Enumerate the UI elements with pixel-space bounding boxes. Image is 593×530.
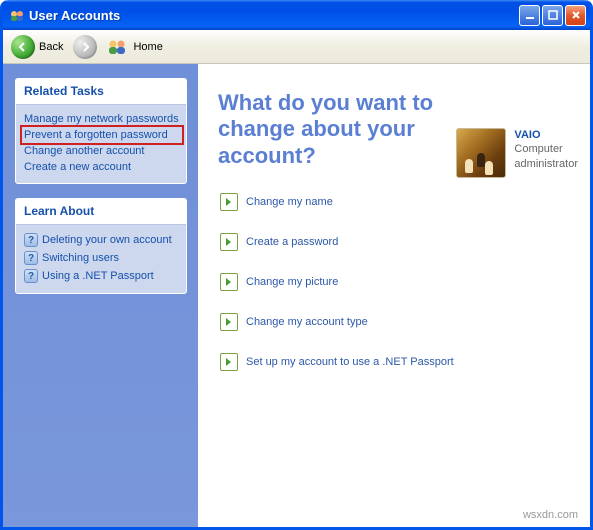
task-prevent-forgotten-password[interactable]: Prevent a forgotten password (20, 125, 184, 145)
learn-switching-users[interactable]: ?Switching users (22, 249, 182, 267)
app-icon (9, 7, 25, 23)
task-manage-passwords[interactable]: Manage my network passwords (22, 111, 182, 127)
close-button[interactable] (565, 5, 586, 26)
learn-about-title: Learn About (16, 199, 186, 225)
arrow-icon (220, 233, 238, 251)
learn-about-panel: Learn About ?Deleting your own account ?… (15, 198, 187, 294)
window-buttons (519, 5, 586, 26)
toolbar: Back Home (3, 30, 590, 64)
window-title: User Accounts (29, 8, 519, 23)
learn-deleting-account[interactable]: ?Deleting your own account (22, 231, 182, 249)
watermark: wsxdn.com (523, 509, 578, 521)
arrow-icon (220, 353, 238, 371)
help-icon: ? (24, 233, 38, 247)
option-net-passport[interactable]: Set up my account to use a .NET Passport (220, 353, 572, 371)
option-create-password[interactable]: Create a password (220, 233, 572, 251)
help-icon: ? (24, 269, 38, 283)
related-tasks-panel: Related Tasks Manage my network password… (15, 78, 187, 184)
titlebar[interactable]: User Accounts (3, 0, 590, 30)
user-role-line1: Computer (514, 142, 578, 156)
maximize-button[interactable] (542, 5, 563, 26)
avatar (456, 128, 506, 178)
back-button[interactable]: Back (11, 35, 63, 59)
home-button[interactable]: Home (107, 39, 162, 55)
users-icon (107, 39, 129, 55)
arrow-icon (220, 193, 238, 211)
back-label: Back (39, 41, 63, 53)
sidebar: Related Tasks Manage my network password… (3, 64, 198, 527)
user-card: VAIO Computer administrator (456, 128, 578, 178)
option-change-picture[interactable]: Change my picture (220, 273, 572, 291)
forward-icon (73, 35, 97, 59)
home-label: Home (133, 41, 162, 53)
page-title: What do you want to change about your ac… (218, 90, 478, 169)
arrow-icon (220, 313, 238, 331)
option-change-name[interactable]: Change my name (220, 193, 572, 211)
window: User Accounts Back Home (0, 0, 593, 530)
arrow-icon (220, 273, 238, 291)
related-tasks-title: Related Tasks (16, 79, 186, 105)
back-icon (11, 35, 35, 59)
task-change-another-account[interactable]: Change another account (22, 143, 182, 159)
learn-net-passport[interactable]: ?Using a .NET Passport (22, 267, 182, 285)
forward-button[interactable] (73, 35, 97, 59)
minimize-button[interactable] (519, 5, 540, 26)
content-area: Related Tasks Manage my network password… (3, 64, 590, 527)
help-icon: ? (24, 251, 38, 265)
task-create-new-account[interactable]: Create a new account (22, 159, 182, 175)
user-name: VAIO (514, 128, 578, 142)
main-panel: What do you want to change about your ac… (198, 64, 590, 527)
option-change-account-type[interactable]: Change my account type (220, 313, 572, 331)
user-role-line2: administrator (514, 157, 578, 171)
user-info: VAIO Computer administrator (514, 128, 578, 178)
